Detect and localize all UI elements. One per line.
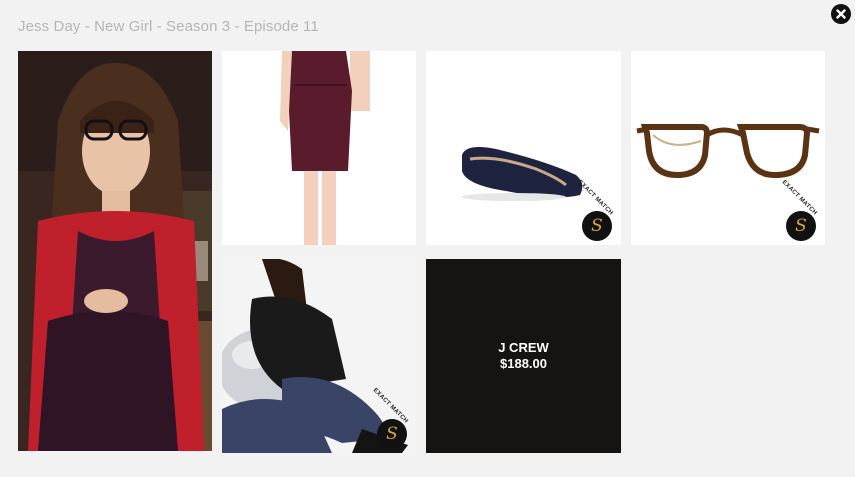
close-icon	[836, 9, 846, 19]
dress-product[interactable]	[222, 51, 416, 245]
brand-logo-icon: S	[377, 419, 407, 449]
page-title: Jess Day - New Girl - Season 3 - Episode…	[18, 18, 319, 35]
glasses-product[interactable]: EXACT MATCH S	[631, 51, 825, 245]
exact-match-badge: EXACT MATCH S	[779, 179, 819, 241]
exact-match-badge: EXACT MATCH S	[575, 179, 615, 241]
price-card[interactable]: J CREW $188.00	[426, 259, 621, 453]
brand-name: J CREW	[498, 340, 549, 355]
tights-product[interactable]: EXACT MATCH S	[222, 259, 416, 453]
dress-image	[222, 51, 416, 245]
close-button[interactable]	[831, 4, 851, 24]
flats-product[interactable]: EXACT MATCH S	[426, 51, 621, 245]
product-price: $188.00	[500, 356, 547, 371]
scene-image	[18, 51, 212, 451]
scene-photo[interactable]	[18, 51, 212, 451]
brand-logo-icon: S	[786, 211, 816, 241]
brand-logo-icon: S	[582, 211, 612, 241]
exact-match-badge: EXACT MATCH S	[370, 387, 410, 449]
